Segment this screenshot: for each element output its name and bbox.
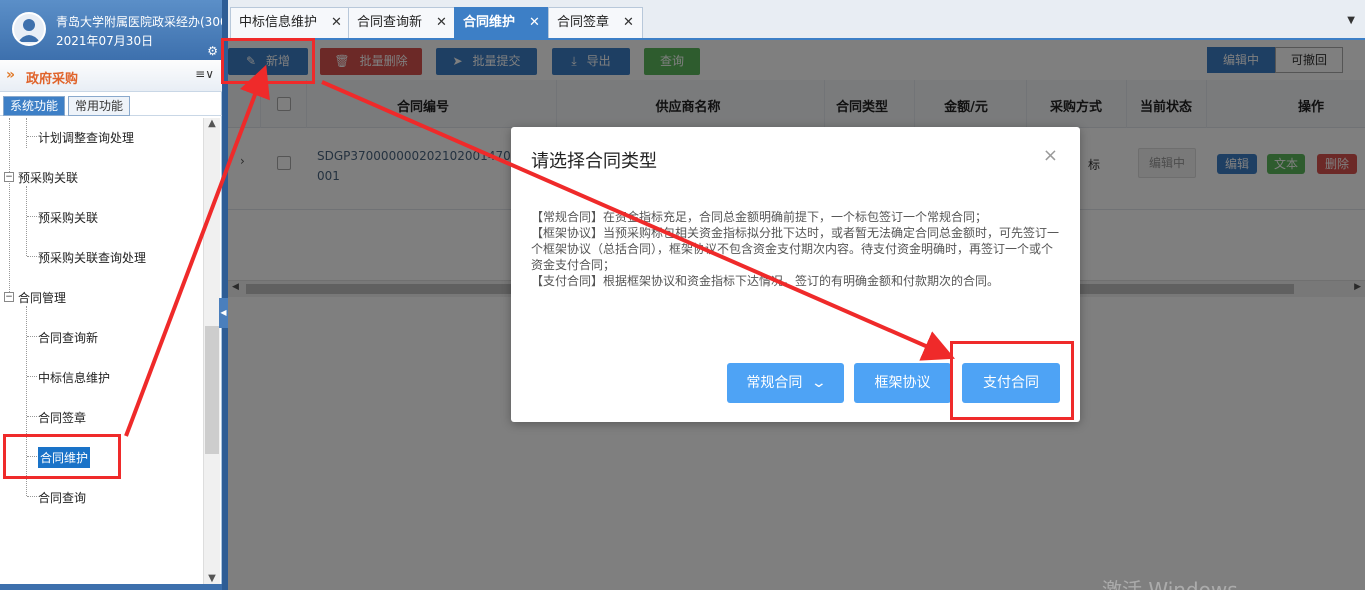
tree-connector bbox=[9, 118, 10, 298]
tab-bid-info[interactable]: 中标信息维护 ✕ bbox=[230, 7, 351, 38]
close-icon[interactable]: × bbox=[1043, 145, 1058, 166]
normal-contract-label: 常规合同 bbox=[746, 375, 803, 391]
close-icon[interactable]: ✕ bbox=[331, 15, 342, 30]
tree-connector bbox=[27, 256, 37, 257]
tree-connector bbox=[26, 118, 27, 148]
tab-label: 合同查询新 bbox=[357, 15, 423, 30]
tree-connector bbox=[26, 186, 27, 256]
section-menu-icon[interactable]: ≡∨ bbox=[195, 67, 214, 81]
tree-item-contract-query-new[interactable]: 合同查询新 bbox=[38, 329, 98, 346]
org-name: 青岛大学附属医院政采经办(300 bbox=[56, 15, 222, 29]
tab-list-dropdown-icon[interactable]: ▼ bbox=[1347, 15, 1355, 26]
tree-item-precurement[interactable]: 预采购关联 bbox=[38, 209, 98, 226]
annotation-box-add bbox=[221, 38, 315, 84]
tab-system-functions[interactable]: 系统功能 bbox=[3, 96, 66, 116]
tree-collapse-icon[interactable]: − bbox=[4, 292, 14, 302]
menu-tree: 计划调整查询处理 − 预采购关联 预采购关联 预采购关联查询处理 − 合同管理 … bbox=[0, 118, 204, 588]
tree-item-bid-info[interactable]: 中标信息维护 bbox=[38, 369, 110, 386]
scrollbar-thumb[interactable] bbox=[205, 326, 219, 454]
tree-connector bbox=[27, 416, 37, 417]
double-chevron-right-icon: » bbox=[6, 67, 16, 83]
windows-activation-watermark: 激活 Windows bbox=[1102, 578, 1238, 590]
sidebar-scrollbar[interactable]: ▲ ▼ bbox=[203, 118, 220, 590]
sidebar-header: 青岛大学附属医院政采经办(300 2021年07月30日 ⚙ bbox=[0, 0, 222, 60]
section-title: 政府采购 bbox=[26, 72, 79, 87]
tree-group-precurement[interactable]: 预采购关联 bbox=[18, 169, 78, 186]
tree-connector bbox=[27, 376, 37, 377]
scroll-up-icon[interactable]: ▲ bbox=[204, 118, 220, 135]
tree-group-contract[interactable]: 合同管理 bbox=[18, 289, 66, 306]
description-payment-contract: 【支付合同】根据框架协议和资金指标下达情况，签订的有明确金额和付款期次的合同。 bbox=[531, 274, 1000, 288]
page-tabs: 中标信息维护 ✕ 合同查询新 ✕ 合同维护 ✕ 合同签章 ✕ ▼ bbox=[228, 0, 1365, 40]
tab-label: 中标信息维护 bbox=[239, 15, 318, 30]
left-sidebar: 青岛大学附属医院政采经办(300 2021年07月30日 ⚙ » 政府采购 ≡∨… bbox=[0, 0, 222, 590]
annotation-box-payment bbox=[950, 341, 1074, 420]
description-normal-contract: 【常规合同】在资金指标充足，合同总金额明确前提下，一个标包签订一个常规合同； bbox=[531, 210, 988, 224]
framework-agreement-button[interactable]: 框架协议 bbox=[854, 363, 951, 403]
tree-item-precurement-query[interactable]: 预采购关联查询处理 bbox=[38, 249, 146, 266]
sidebar-tabs: 系统功能 常用功能 bbox=[0, 94, 222, 116]
tab-label: 合同维护 bbox=[463, 15, 516, 30]
user-avatar-icon bbox=[12, 12, 46, 46]
tree-connector bbox=[27, 336, 37, 337]
close-icon[interactable]: ✕ bbox=[623, 15, 634, 30]
tab-contract-sign[interactable]: 合同签章 ✕ bbox=[548, 7, 643, 38]
tree-item-contract-query[interactable]: 合同查询 bbox=[38, 489, 86, 506]
close-icon[interactable]: ✕ bbox=[529, 15, 540, 30]
sidebar-footer bbox=[0, 584, 222, 590]
tree-connector bbox=[27, 136, 37, 137]
annotation-box-tree bbox=[3, 434, 121, 479]
normal-contract-button[interactable]: 常规合同 ⌄ bbox=[727, 363, 844, 403]
tab-common-functions[interactable]: 常用功能 bbox=[68, 96, 131, 116]
tab-label: 合同签章 bbox=[557, 15, 610, 30]
tree-connector bbox=[27, 216, 37, 217]
login-date: 2021年07月30日 bbox=[56, 34, 154, 48]
tab-contract-query-new[interactable]: 合同查询新 ✕ bbox=[348, 7, 456, 38]
tree-connector bbox=[27, 496, 37, 497]
description-framework-agreement: 【框架协议】当预采购标包相关资金指标拟分批下达时，或者暂无法确定合同总金额时，可… bbox=[531, 226, 1060, 272]
tree-collapse-icon[interactable]: − bbox=[4, 172, 14, 182]
tree-item-plan-adjust-query[interactable]: 计划调整查询处理 bbox=[38, 129, 134, 146]
tree-item-contract-sign[interactable]: 合同签章 bbox=[38, 409, 86, 426]
sidebar-section-header[interactable]: » 政府采购 ≡∨ bbox=[0, 60, 222, 92]
collapse-sidebar-icon[interactable]: ◀ bbox=[219, 298, 228, 328]
close-icon[interactable]: ✕ bbox=[436, 15, 447, 30]
chevron-down-icon: ⌄ bbox=[810, 375, 827, 391]
dialog-description: 【常规合同】在资金指标充足，合同总金额明确前提下，一个标包签订一个常规合同； 【… bbox=[531, 209, 1061, 289]
gear-icon[interactable]: ⚙ bbox=[207, 44, 218, 58]
dialog-title: 请选择合同类型 bbox=[531, 151, 657, 172]
tab-contract-maintenance[interactable]: 合同维护 ✕ bbox=[454, 7, 549, 38]
